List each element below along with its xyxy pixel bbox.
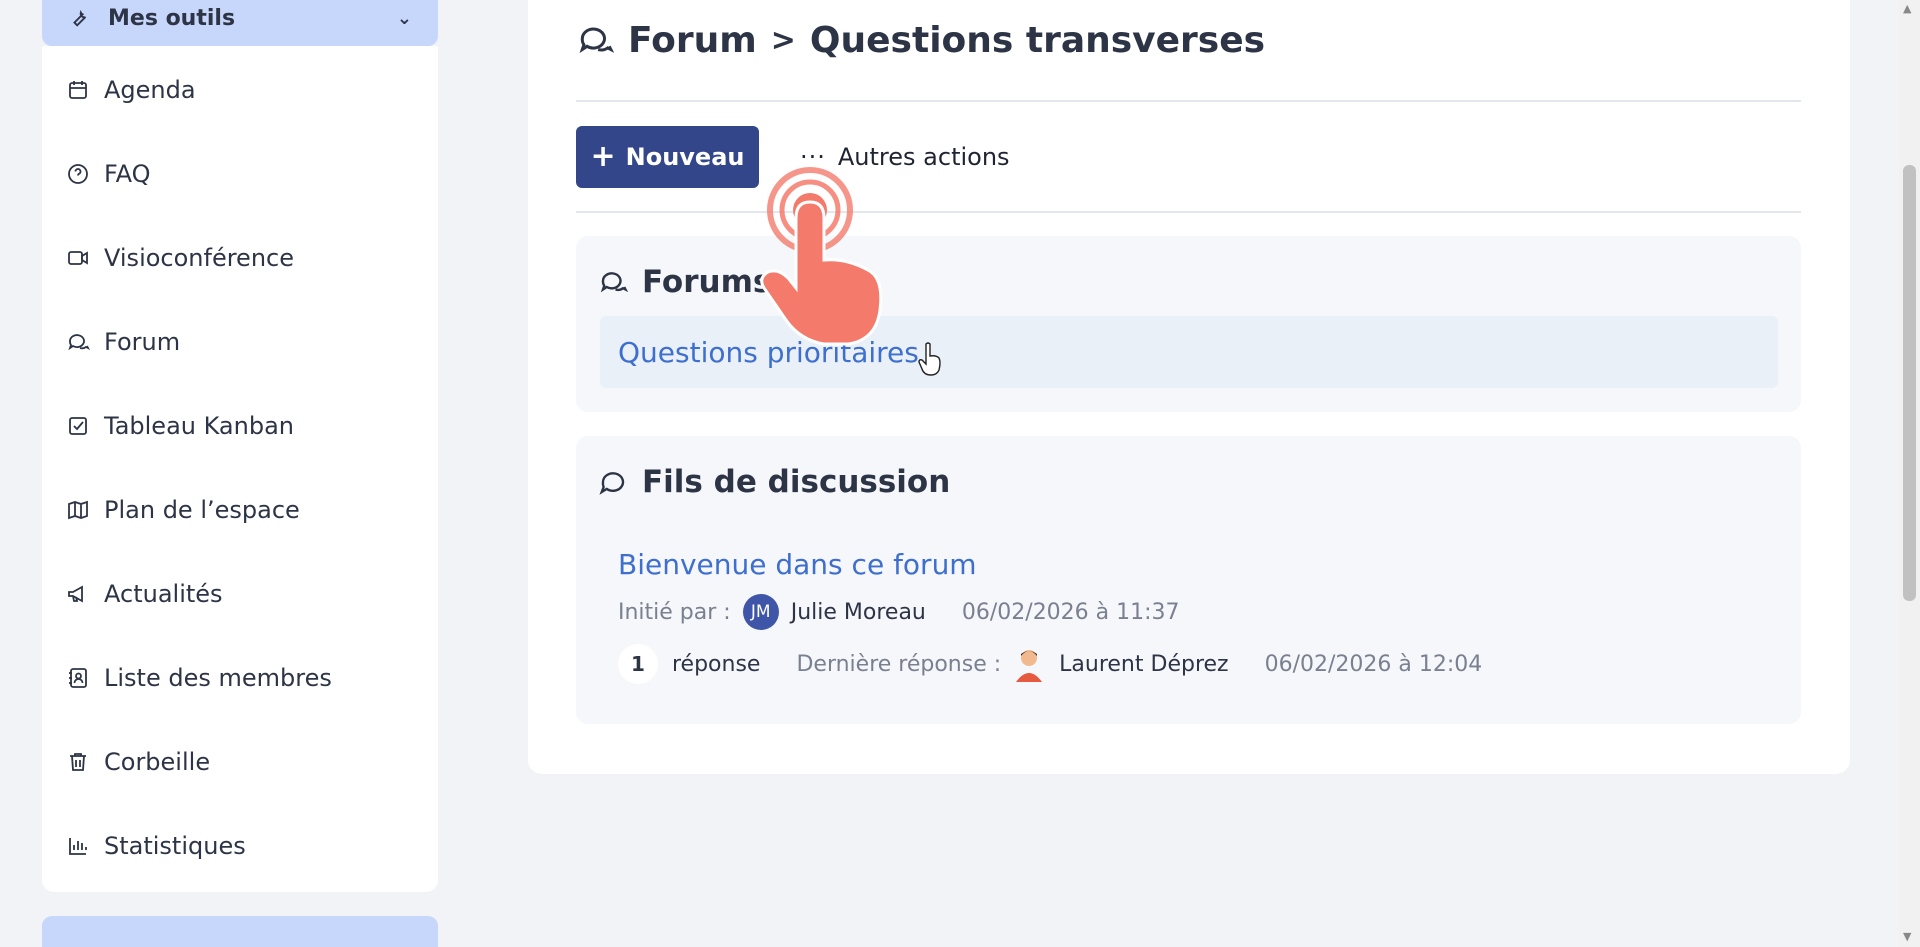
thread-title-link[interactable]: Bienvenue dans ce forum: [618, 548, 977, 581]
reply-count-badge: 1: [618, 644, 658, 684]
sidebar-item-label: Corbeille: [104, 748, 211, 776]
chat-bubbles-icon: [600, 272, 628, 293]
sidebar-item-faq[interactable]: FAQ: [66, 154, 151, 194]
threads-panel: Fils de discussion Bienvenue dans ce for…: [576, 436, 1801, 724]
author-name[interactable]: Julie Moreau: [791, 600, 926, 625]
breadcrumb: Forum > Questions transverses: [576, 14, 1265, 66]
created-date: 06/02/2026 à 11:37: [961, 599, 1180, 625]
divider: [576, 100, 1801, 102]
sidebar-item-label: FAQ: [104, 160, 151, 188]
threads-title: Fils de discussion: [598, 464, 950, 500]
last-reply-date: 06/02/2026 à 12:04: [1264, 651, 1483, 677]
chevron-down-icon: ⌄: [396, 7, 412, 29]
scroll-down-icon[interactable]: ▼: [1903, 930, 1911, 943]
sidebar-item-actualites[interactable]: Actualités: [66, 574, 223, 614]
chat-bubbles-icon: [579, 27, 614, 54]
sidebar-item-visio[interactable]: Visioconférence: [66, 238, 294, 278]
wrench-icon: [73, 9, 87, 27]
sidebar-item-membres[interactable]: Liste des membres: [66, 658, 332, 698]
avatar: JM: [742, 594, 779, 630]
plus-icon: +: [590, 139, 616, 174]
thread-meta-initiated: Initié par : JM Julie Moreau 06/02/2026 …: [618, 594, 1180, 630]
sidebar-item-forum[interactable]: Forum: [66, 322, 180, 362]
megaphone-icon: [68, 585, 83, 603]
sidebar-item-label: Agenda: [104, 76, 196, 104]
tap-hand-icon: [760, 167, 883, 346]
map-icon: [68, 500, 88, 520]
sidebar-item-agenda[interactable]: Agenda: [66, 70, 196, 110]
breadcrumb-separator: >: [770, 22, 796, 58]
sidebar-item-corbeille[interactable]: Corbeille: [66, 742, 210, 782]
video-icon: [68, 251, 88, 265]
sidebar-next-section[interactable]: [42, 916, 438, 947]
trash-icon: [70, 753, 86, 771]
sidebar-item-label: Tableau Kanban: [104, 412, 294, 440]
bar-chart-icon: [69, 838, 87, 855]
tools-section-label: Mes outils: [108, 5, 236, 31]
help-circle-icon: [68, 164, 88, 184]
chat-bubbles-icon: [68, 334, 90, 351]
sidebar-item-label: Visioconférence: [104, 244, 294, 272]
sidebar-item-label: Plan de l’espace: [104, 496, 300, 524]
chat-bubble-icon: [599, 472, 625, 495]
sidebar-item-label: Liste des membres: [104, 664, 332, 692]
forums-title-label: Forums: [642, 264, 772, 300]
sidebar: Mes outils ⌄ Agenda FAQ Visioconférence …: [0, 0, 480, 947]
breadcrumb-root[interactable]: Forum: [628, 20, 757, 61]
thread-meta-replies: 1 réponse Dernière réponse : Laurent Dép…: [618, 644, 1482, 684]
hand-pointer-cursor-icon: [918, 342, 941, 376]
sidebar-item-label: Forum: [104, 328, 181, 356]
sidebar-item-label: Statistiques: [104, 832, 246, 860]
avatar: [1013, 646, 1045, 682]
last-reply-label: Dernière réponse :: [796, 651, 1002, 677]
page-title: Questions transverses: [809, 19, 1266, 61]
forums-title: Forums: [598, 264, 771, 300]
checkbox-icon: [69, 417, 87, 435]
tools-section-header[interactable]: Mes outils ⌄: [42, 0, 438, 46]
sidebar-item-statistiques[interactable]: Statistiques: [66, 826, 246, 866]
calendar-icon: [69, 81, 87, 99]
nav-card: Agenda FAQ Visioconférence Forum Tableau…: [42, 46, 438, 892]
reply-label: réponse: [672, 651, 761, 677]
sidebar-item-label: Actualités: [104, 580, 223, 608]
last-reply-author[interactable]: Laurent Déprez: [1059, 652, 1228, 677]
sidebar-item-plan[interactable]: Plan de l’espace: [66, 490, 300, 530]
contact-card-icon: [69, 668, 87, 688]
scroll-up-icon[interactable]: ▲: [1903, 2, 1911, 15]
new-button[interactable]: + Nouveau: [576, 126, 759, 188]
sidebar-item-kanban[interactable]: Tableau Kanban: [66, 406, 294, 446]
new-button-label: Nouveau: [625, 143, 745, 171]
initiated-label: Initié par :: [618, 599, 731, 625]
scroll-thumb[interactable]: [1903, 165, 1916, 601]
vertical-scrollbar[interactable]: ▲ ▼: [1899, 0, 1920, 947]
threads-title-label: Fils de discussion: [642, 464, 951, 500]
